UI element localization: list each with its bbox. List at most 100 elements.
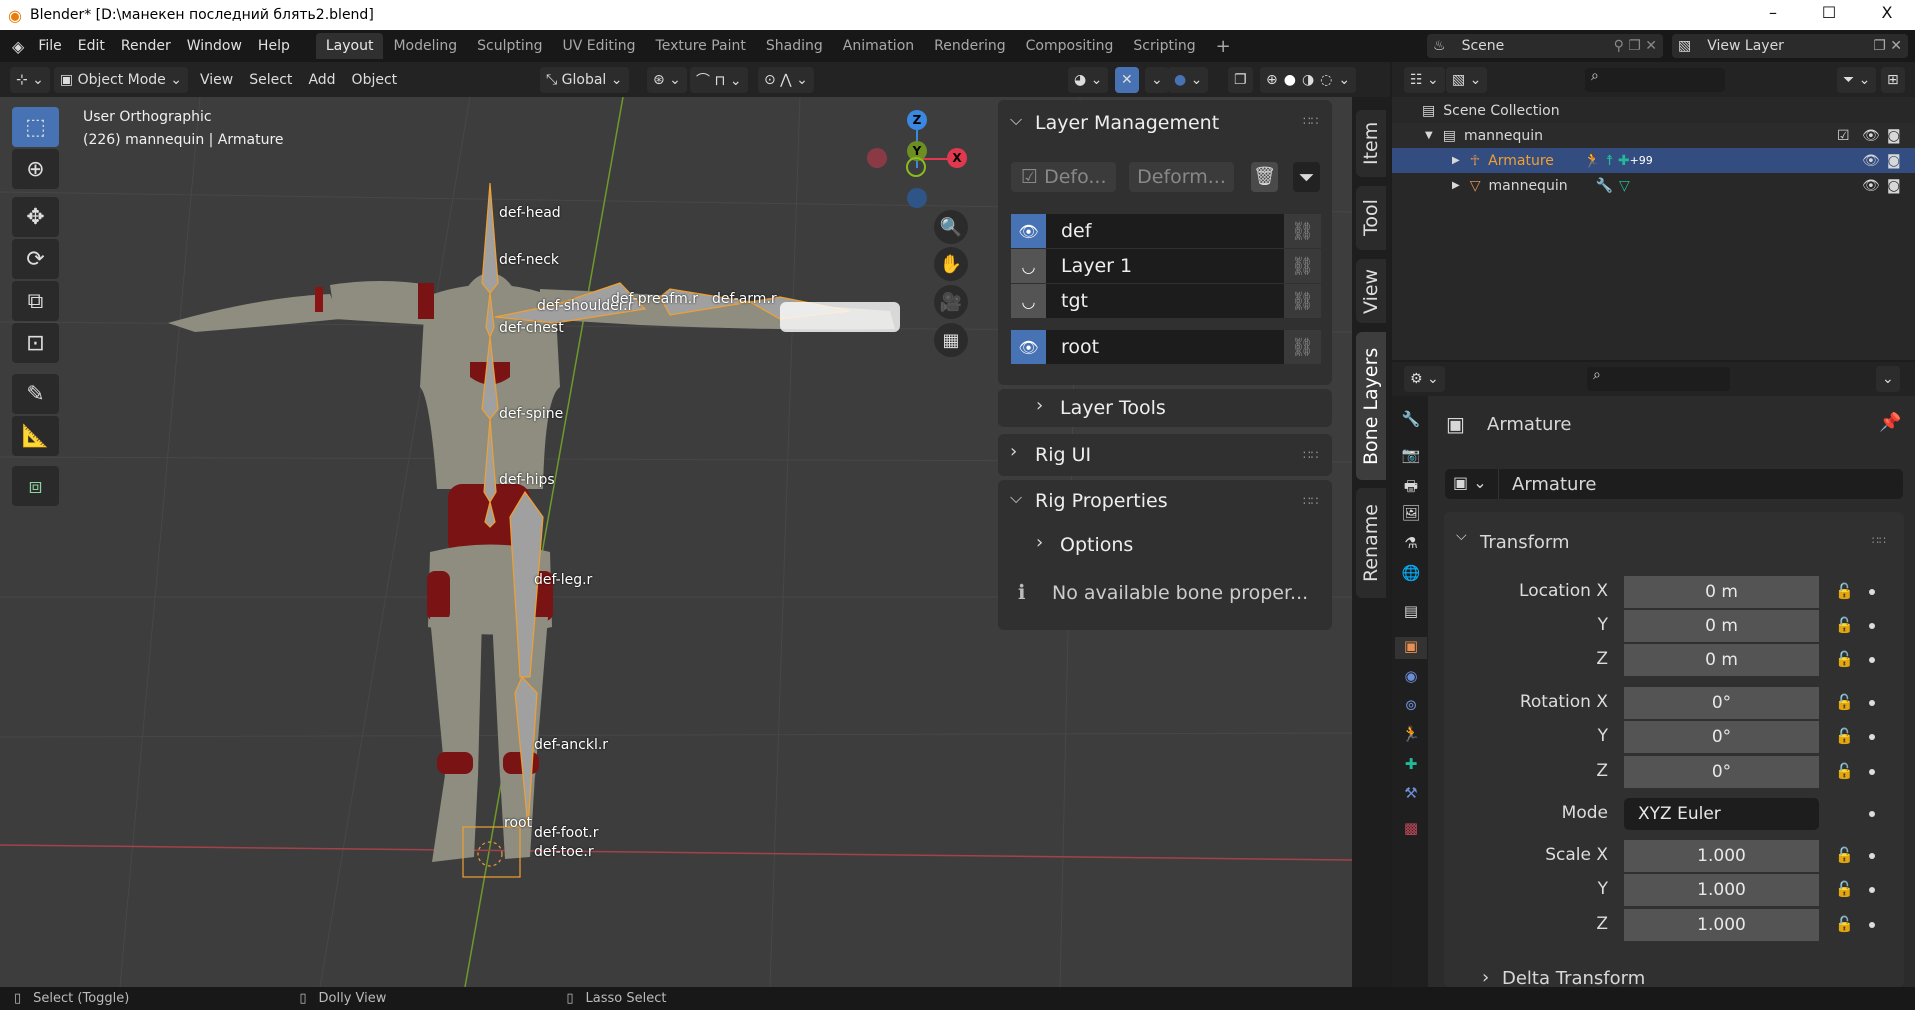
transform-value-field[interactable]: 0° xyxy=(1624,687,1819,719)
options-dropdown[interactable]: ⌄ xyxy=(1876,366,1900,392)
eye-icon[interactable]: 👁 xyxy=(1011,330,1046,364)
deform-filter-button[interactable]: Deform... xyxy=(1129,162,1234,192)
tool-tab-icon[interactable]: 🔧 xyxy=(1400,410,1422,432)
scene-collection-row[interactable]: ▤ Scene Collection xyxy=(1392,98,1915,123)
close-button[interactable]: X xyxy=(1859,0,1915,30)
properties-search-input[interactable]: ⌕ xyxy=(1587,367,1730,391)
new-view-layer-icon[interactable]: ❐ ✕ xyxy=(1873,38,1902,54)
layer-row-layer-1[interactable]: ◡ Layer 1 ⛓ xyxy=(1011,249,1321,283)
zoom-button[interactable]: 🔍 xyxy=(934,210,968,244)
layer-tools-subpanel[interactable]: › Layer Tools xyxy=(998,389,1332,427)
expand-right-icon[interactable]: ▶ xyxy=(1452,155,1460,166)
camera-render-icon[interactable]: ◙ xyxy=(1887,178,1901,194)
collection-tab-icon[interactable]: ▤ xyxy=(1400,602,1422,624)
orientation-dropdown[interactable]: ⤡ Global ⌄ xyxy=(540,66,629,93)
menu-add[interactable]: Add xyxy=(300,72,343,88)
gizmo-dropdown[interactable]: ⌄ xyxy=(1145,66,1169,93)
lock-icon[interactable]: 🔓 xyxy=(1835,762,1854,780)
annotate-tool[interactable]: ✎ xyxy=(12,374,59,414)
keyframe-dot-icon[interactable] xyxy=(1869,769,1875,775)
keyframe-dot-icon[interactable] xyxy=(1869,734,1875,740)
tab-compositing[interactable]: Compositing xyxy=(1016,33,1124,59)
armature-data-tab-icon[interactable]: 🏃 xyxy=(1400,725,1422,747)
lock-icon[interactable]: 🔓 xyxy=(1835,693,1854,711)
lock-icon[interactable]: 🔓 xyxy=(1835,915,1854,933)
tab-view[interactable]: View xyxy=(1356,259,1386,323)
view-layer-selector[interactable]: ▧ View Layer ❐ ✕ xyxy=(1672,34,1908,58)
rig-ui-panel[interactable]: › Rig UI ∷∷ xyxy=(998,434,1332,476)
eye-icon[interactable]: 👁 xyxy=(1862,178,1880,194)
measure-tool[interactable]: 📐 xyxy=(12,416,59,456)
outliner-row[interactable]: ▶ ▽ mannequin 🔧 ▽ 👁 ◙ xyxy=(1392,173,1915,198)
gizmo-neg-y[interactable] xyxy=(906,157,926,177)
mode-dropdown[interactable]: ▣ Object Mode ⌄ xyxy=(53,66,188,93)
tab-tool[interactable]: Tool xyxy=(1356,186,1386,250)
outliner-row[interactable]: ▼ ▤ mannequin ☑ 👁 ◙ xyxy=(1392,123,1915,148)
pivot-point-button[interactable]: ⊛ ⌄ xyxy=(647,66,687,93)
expand-right-icon[interactable]: ▶ xyxy=(1452,180,1460,191)
blender-menu-icon[interactable]: ◈ xyxy=(12,37,24,56)
trash-icon[interactable]: 🗑 xyxy=(1251,162,1278,192)
constraints-tab-icon[interactable]: ⊚ xyxy=(1400,696,1422,718)
gizmo-x[interactable]: X xyxy=(947,148,967,168)
keyframe-dot-icon[interactable] xyxy=(1869,922,1875,928)
transform-value-field[interactable]: 0 m xyxy=(1624,576,1819,608)
gizmo-z[interactable]: Z xyxy=(907,110,927,130)
output-tab-icon[interactable]: 🖶 xyxy=(1400,476,1422,498)
options-subpanel[interactable]: Options xyxy=(1060,534,1133,556)
tab-scripting[interactable]: Scripting xyxy=(1123,33,1205,59)
maximize-button[interactable]: ☐ xyxy=(1801,0,1857,30)
overlays-button[interactable]: ● ⌄ xyxy=(1168,66,1209,93)
transform-value-field[interactable]: 0° xyxy=(1624,756,1819,788)
camera-render-icon[interactable]: ◙ xyxy=(1887,128,1901,144)
drag-handle-icon[interactable]: ∷∷ xyxy=(1303,494,1318,508)
texture-tab-icon[interactable]: ▩ xyxy=(1400,819,1422,841)
shading-dropdown[interactable]: ⌄ xyxy=(1338,72,1350,88)
object-type-dropdown[interactable]: ▣ ⌄ xyxy=(1453,473,1487,492)
eye-closed-icon[interactable]: ◡ xyxy=(1011,284,1046,318)
scene-selector[interactable]: ♨ Scene ⚲ ❐ ✕ xyxy=(1427,34,1663,58)
lock-icon[interactable]: 🔓 xyxy=(1835,846,1854,864)
pan-button[interactable]: ✋ xyxy=(934,247,968,281)
transform-value-field[interactable]: 1.000 xyxy=(1624,874,1819,906)
gizmo-neg-z[interactable] xyxy=(907,188,927,208)
gizmo-toggle-button[interactable]: ✕ xyxy=(1115,66,1139,93)
chevron-down-icon[interactable]: ⌵ xyxy=(1010,488,1022,508)
expand-down-icon[interactable]: ▼ xyxy=(1425,130,1433,141)
move-tool[interactable]: ✥ xyxy=(12,197,59,237)
link-icon[interactable]: ⛓ xyxy=(1284,214,1321,248)
pin-icon[interactable]: 📌 xyxy=(1879,412,1901,433)
chevron-down-icon[interactable]: ⌵ xyxy=(1010,110,1022,130)
solid-shading-icon[interactable]: ● xyxy=(1284,72,1296,88)
link-icon[interactable]: ⛓ xyxy=(1284,249,1321,283)
gizmo-neg-x[interactable] xyxy=(867,148,887,168)
minimize-button[interactable]: – xyxy=(1745,0,1801,30)
eye-icon[interactable]: 👁 xyxy=(1862,128,1880,144)
link-icon[interactable]: ⛓ xyxy=(1284,284,1321,318)
layer-row-tgt[interactable]: ◡ tgt ⛓ xyxy=(1011,284,1321,318)
keyframe-dot-icon[interactable] xyxy=(1869,623,1875,629)
transform-value-field[interactable]: 1.000 xyxy=(1624,909,1819,941)
menu-window[interactable]: Window xyxy=(179,38,250,54)
snap-button[interactable]: ⌒ ⊓ ⌄ xyxy=(690,66,748,93)
chevron-right-icon[interactable]: › xyxy=(1036,532,1043,553)
menu-render[interactable]: Render xyxy=(113,38,179,54)
material-shading-icon[interactable]: ◑ xyxy=(1302,72,1314,88)
tab-rendering[interactable]: Rendering xyxy=(924,33,1016,59)
transform-value-field[interactable]: 1.000 xyxy=(1624,840,1819,872)
add-workspace-button[interactable]: + xyxy=(1206,31,1241,62)
rendered-shading-icon[interactable]: ◌ xyxy=(1320,72,1332,88)
keyframe-dot-icon[interactable] xyxy=(1869,700,1875,706)
outliner-row-selected[interactable]: ▶ ☥ Armature 🏃 ☨ ✚ +99 👁 ◙ xyxy=(1392,148,1915,173)
eye-closed-icon[interactable]: ◡ xyxy=(1011,249,1046,283)
keyframe-dot-icon[interactable] xyxy=(1869,811,1875,817)
lock-icon[interactable]: 🔓 xyxy=(1835,880,1854,898)
object-tab-icon[interactable]: ▣ xyxy=(1395,637,1427,659)
panel-title[interactable]: Layer Management xyxy=(1035,112,1219,134)
keyframe-dot-icon[interactable] xyxy=(1869,853,1875,859)
world-tab-icon[interactable]: 🌐 xyxy=(1400,564,1422,586)
menu-file[interactable]: File xyxy=(30,38,69,54)
transform-tool[interactable]: ⊡ xyxy=(12,323,59,363)
transform-value-field[interactable]: 0° xyxy=(1624,721,1819,753)
panel-title[interactable]: Transform xyxy=(1480,532,1570,553)
